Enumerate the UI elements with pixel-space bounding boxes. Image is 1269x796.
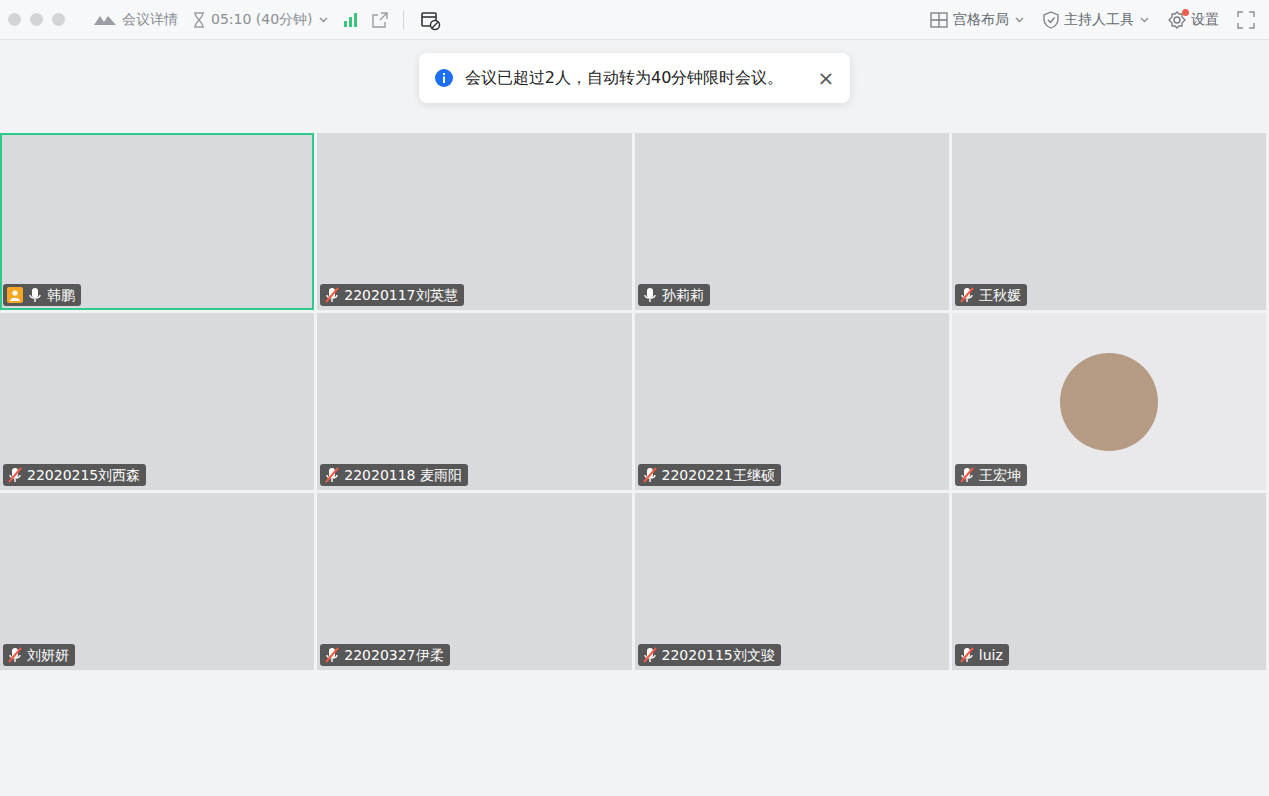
notice-toast: 会议已超过2人，自动转为40分钟限时会议。 × [419,53,850,103]
participant-tile[interactable]: 22020327伊柔 [317,493,631,670]
window-controls [8,13,65,26]
participant-name: 刘妍妍 [27,646,69,664]
participant-tile[interactable]: 22020118 麦雨阳 [317,313,631,490]
participant-name: 王宏坤 [979,466,1021,484]
participant-tile[interactable]: luiz [952,493,1266,670]
host-tools-button[interactable]: 主持人工具 [1043,11,1150,29]
participant-tile[interactable]: 22020221王继硕 [635,313,949,490]
name-label: luiz [955,644,1009,666]
mic-muted-icon [324,647,340,663]
participant-tile[interactable]: 22020215刘西森 [0,313,314,490]
host-tools-label: 主持人工具 [1064,11,1134,29]
grid-icon [930,12,948,28]
meeting-stage: 会议已超过2人，自动转为40分钟限时会议。 × 韩鹏 22020117刘英慧 孙莉莉 王秋… [0,40,1269,670]
mic-muted-icon [324,287,340,303]
participant-tile[interactable]: 王宏坤 [952,313,1266,490]
settings-label: 设置 [1191,11,1219,29]
participant-name: 王秋媛 [979,286,1021,304]
timer-label: 05:10 (40分钟) [211,11,313,29]
notification-dot [1182,9,1189,16]
participant-tile[interactable]: 韩鹏 [0,133,314,310]
name-label: 22020115刘文骏 [638,644,781,666]
mic-muted-icon [642,467,658,483]
mic-muted-icon [959,647,975,663]
participant-name: 22020115刘文骏 [662,646,775,664]
name-label: 孙莉莉 [638,284,710,306]
participant-name: 22020221王继硕 [662,466,775,484]
name-label: 王宏坤 [955,464,1027,486]
title-bar: 会议详情 05:10 (40分钟) 宫格布局 主持人工具 设置 [0,0,1269,40]
meeting-info-button[interactable]: 会议详情 [93,11,178,29]
mic-muted-icon [959,467,975,483]
name-label: 22020118 麦雨阳 [320,464,468,486]
participant-name: luiz [979,646,1003,664]
participant-tile[interactable]: 王秋媛 [952,133,1266,310]
chevron-down-icon [318,14,329,25]
mic-icon [642,287,658,303]
name-label: 22020215刘西森 [3,464,146,486]
name-label: 22020117刘英慧 [320,284,463,306]
participant-tile[interactable]: 孙莉莉 [635,133,949,310]
participant-name: 22020215刘西森 [27,466,140,484]
name-label: 王秋媛 [955,284,1027,306]
avatar-image [1060,353,1158,451]
title-bar-left: 会议详情 05:10 (40分钟) [8,9,441,31]
gear-wrap [1168,11,1186,29]
info-icon [435,69,453,87]
signal-icon[interactable] [343,12,357,28]
fullscreen-icon[interactable] [1237,11,1255,29]
divider-line [403,10,405,30]
hourglass-icon [192,12,206,28]
mic-muted-icon [642,647,658,663]
participant-name: 22020117刘英慧 [344,286,457,304]
host-badge [7,287,23,303]
settings-button[interactable]: 设置 [1168,11,1219,29]
zoom-button[interactable] [52,13,65,26]
layout-label: 宫格布局 [953,11,1009,29]
mic-muted-icon [959,287,975,303]
popout-icon[interactable] [371,11,389,29]
participant-tile[interactable]: 刘妍妍 [0,493,314,670]
layout-button[interactable]: 宫格布局 [930,11,1025,29]
participant-name: 韩鹏 [47,286,75,304]
mic-icon [27,287,43,303]
minimize-button[interactable] [30,13,43,26]
meeting-timer[interactable]: 05:10 (40分钟) [192,11,329,29]
chevron-down-icon [1139,14,1150,25]
name-label: 22020327伊柔 [320,644,449,666]
close-button[interactable]: × [817,66,834,90]
mic-muted-icon [7,647,23,663]
participant-name: 孙莉莉 [662,286,704,304]
record-off-icon[interactable] [419,9,441,31]
meeting-logo-icon [93,13,117,27]
video-grid: 韩鹏 22020117刘英慧 孙莉莉 王秋媛 22020215刘西森 22020118 麦… [0,133,1269,670]
participant-name: 22020118 麦雨阳 [344,466,462,484]
name-label: 22020221王继硕 [638,464,781,486]
name-label: 刘妍妍 [3,644,75,666]
close-button[interactable] [8,13,21,26]
shield-icon [1043,11,1059,29]
participant-tile[interactable]: 22020115刘文骏 [635,493,949,670]
mic-muted-icon [324,467,340,483]
participant-tile[interactable]: 22020117刘英慧 [317,133,631,310]
participant-name: 22020327伊柔 [344,646,443,664]
chevron-down-icon [1014,14,1025,25]
mic-muted-icon [7,467,23,483]
notice-text: 会议已超过2人，自动转为40分钟限时会议。 [465,68,784,89]
title-bar-right: 宫格布局 主持人工具 设置 [930,11,1255,29]
name-label: 韩鹏 [3,284,81,306]
meeting-info-label[interactable]: 会议详情 [122,11,178,29]
